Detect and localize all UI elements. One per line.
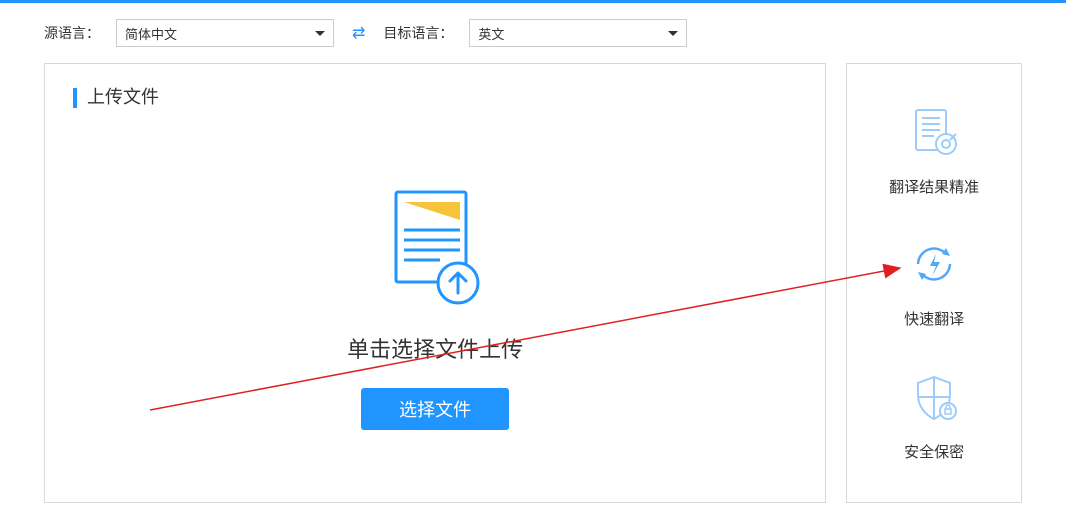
target-language-value: 英文 [478,24,504,43]
choose-file-button[interactable]: 选择文件 [361,388,509,430]
feature-accurate-label: 翻译结果精准 [889,176,979,197]
main-content: 上传文件 单击选择文件上传 选择文件 [0,63,1066,503]
feature-secure: 安全保密 [904,369,964,462]
panel-title: 上传文件 [73,88,797,108]
source-language-label: 源语言： [44,23,100,43]
document-target-icon [906,104,962,160]
shield-lock-icon [906,369,962,425]
target-language-label: 目标语言： [383,23,453,43]
source-language-select[interactable]: 简体中文 [116,19,334,47]
features-panel: 翻译结果精准 快速翻译 安全保密 [846,63,1022,503]
language-selector-row: 源语言： 简体中文 ⇄ 目标语言： 英文 [0,3,1066,63]
source-language-value: 简体中文 [125,24,177,43]
feature-accurate: 翻译结果精准 [889,104,979,197]
swap-languages-icon[interactable]: ⇄ [344,23,373,43]
feature-fast: 快速翻译 [904,236,964,329]
upload-panel: 上传文件 单击选择文件上传 选择文件 [44,63,826,503]
feature-secure-label: 安全保密 [904,441,964,462]
feature-fast-label: 快速翻译 [904,308,964,329]
lightning-refresh-icon [906,236,962,292]
chevron-down-icon [668,31,678,36]
chevron-down-icon [315,31,325,36]
upload-area[interactable]: 单击选择文件上传 选择文件 [73,188,797,430]
upload-hint: 单击选择文件上传 [347,332,523,364]
document-upload-icon [390,188,480,308]
target-language-select[interactable]: 英文 [469,19,687,47]
choose-file-label: 选择文件 [399,396,471,422]
